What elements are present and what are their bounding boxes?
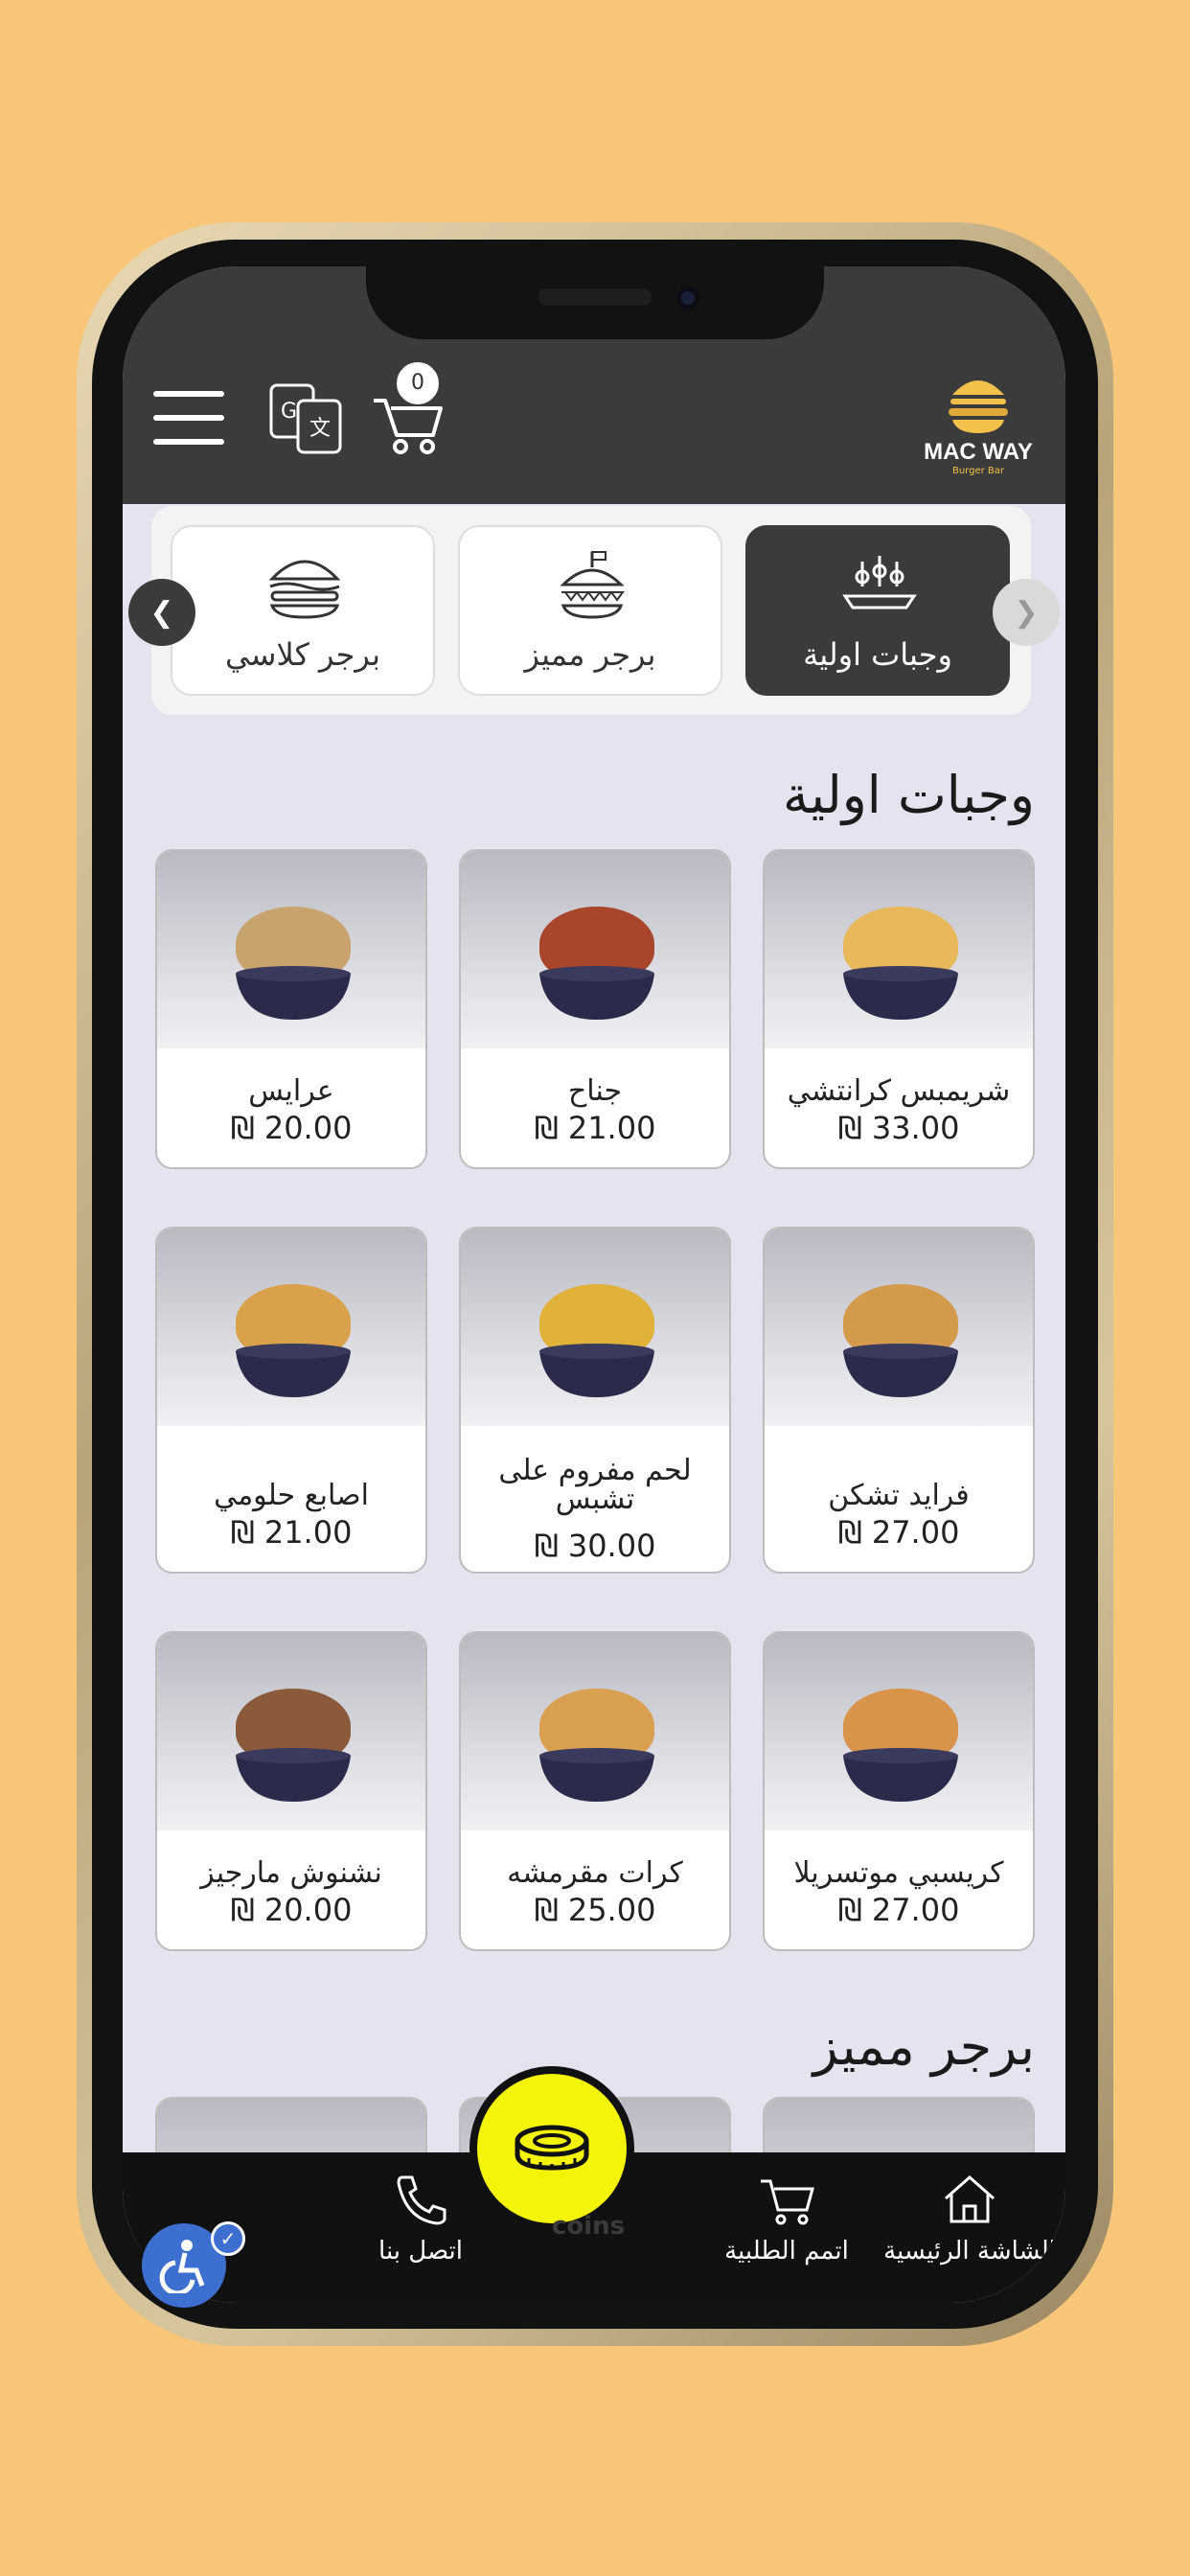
- food-photo: [461, 1229, 729, 1426]
- menu-icon[interactable]: [153, 391, 224, 445]
- menu-item-card[interactable]: لحم مفروم على تشبس ₪ 30.00: [459, 1227, 731, 1574]
- menu-item-card[interactable]: كرات مقرمشه ₪ 25.00: [459, 1631, 731, 1951]
- food-photo: [157, 1229, 425, 1426]
- item-name: جناح: [567, 1074, 623, 1108]
- nav-complete-order-label: اتمم الطلبية: [724, 2237, 849, 2266]
- category-label: برجر مميز: [524, 636, 656, 673]
- menu-item-card[interactable]: كريسبي موتسريلا ₪ 27.00: [763, 1631, 1035, 1951]
- burger-logo-icon: [949, 380, 1008, 433]
- menu-item-card[interactable]: شريمبس كرانتشي ₪ 33.00: [763, 849, 1035, 1169]
- nav-home[interactable]: الشاشة الرئيسية: [874, 2172, 1065, 2266]
- app-screen: G 文 0 MAC WAY Burger Bar برجر كلاسي برجر…: [123, 266, 1065, 2303]
- item-price: ₪ 20.00: [230, 1892, 353, 1928]
- cart-icon: [761, 2179, 814, 2225]
- item-name: نشنوش مارجيز: [200, 1856, 382, 1890]
- logo-subtitle: Burger Bar: [951, 466, 1005, 476]
- nav-home-label: الشاشة الرئيسية: [883, 2237, 1056, 2266]
- menu-item-card[interactable]: جناح ₪ 21.00: [459, 849, 731, 1169]
- menu-item-card[interactable]: فرايد تشكن ₪ 27.00: [763, 1227, 1035, 1574]
- premium-burger-icon: [560, 551, 625, 619]
- item-name: فرايد تشكن: [828, 1479, 970, 1512]
- food-photo: [157, 851, 425, 1048]
- coin-icon: [515, 2125, 589, 2171]
- item-price: ₪ 21.00: [534, 1110, 656, 1146]
- menu-item-card[interactable]: اصابع حلومي ₪ 21.00: [155, 1227, 427, 1574]
- menu-item-card[interactable]: نشنوش مارجيز ₪ 20.00: [155, 1631, 427, 1951]
- category-bar: برجر كلاسي برجر مميز وجبات اولية: [151, 506, 1031, 715]
- coins-button[interactable]: [469, 2066, 634, 2231]
- food-photo: [461, 851, 729, 1048]
- svg-text:文: 文: [309, 417, 331, 441]
- phone-icon: [397, 2175, 446, 2225]
- food-photo: [765, 1229, 1033, 1426]
- item-price: ₪ 27.00: [837, 1514, 960, 1551]
- check-icon: ✓: [211, 2221, 245, 2256]
- nav-contact-label: اتصل بنا: [378, 2237, 463, 2266]
- item-name: شريمبس كرانتشي: [787, 1074, 1011, 1108]
- category-classic-burger[interactable]: برجر كلاسي: [171, 525, 435, 696]
- item-price: ₪ 25.00: [534, 1892, 656, 1928]
- nav-contact[interactable]: اتصل بنا: [358, 2172, 483, 2266]
- section-title-premium-burger: برجر مميز: [812, 2016, 1035, 2077]
- chevron-left-icon[interactable]: ❮: [128, 579, 195, 646]
- item-price: ₪ 27.00: [837, 1892, 960, 1928]
- appetizer-platter-icon: [842, 556, 917, 610]
- item-name: كرات مقرمشه: [507, 1856, 683, 1890]
- nav-complete-order[interactable]: اتمم الطلبية: [705, 2172, 868, 2266]
- logo-title: MAC WAY: [924, 439, 1033, 465]
- food-photo: [461, 1633, 729, 1830]
- item-price: ₪ 33.00: [837, 1110, 960, 1146]
- category-label: وجبات اولية: [803, 636, 952, 673]
- item-price: ₪ 21.00: [230, 1514, 353, 1551]
- mac-way-logo[interactable]: MAC WAY Burger Bar: [916, 366, 1041, 481]
- category-premium-burger[interactable]: برجر مميز: [458, 525, 722, 696]
- category-appetizers[interactable]: وجبات اولية: [745, 525, 1010, 696]
- translate-icon[interactable]: G 文: [269, 383, 344, 456]
- svg-text:G: G: [281, 400, 297, 424]
- section-title-appetizers: وجبات اولية: [783, 765, 1035, 825]
- item-price: ₪ 30.00: [534, 1528, 656, 1564]
- menu-item-card[interactable]: عرايس ₪ 20.00: [155, 849, 427, 1169]
- item-name: اصابع حلومي: [214, 1479, 369, 1512]
- home-icon: [945, 2175, 995, 2223]
- wheelchair-icon: [159, 2240, 205, 2293]
- chevron-right-icon[interactable]: ❯: [993, 579, 1060, 646]
- phone-camera: [676, 287, 699, 310]
- item-name: كريسبي موتسريلا: [793, 1856, 1004, 1890]
- classic-burger-icon: [268, 560, 341, 619]
- coins-label: coins: [551, 2212, 626, 2241]
- cart-count-badge: 0: [395, 360, 441, 406]
- food-photo: [765, 1633, 1033, 1830]
- item-price: ₪ 20.00: [230, 1110, 353, 1146]
- item-name: لحم مفروم على تشبس: [498, 1454, 692, 1516]
- food-photo: [765, 851, 1033, 1048]
- phone-speaker: [538, 288, 652, 306]
- category-label: برجر كلاسي: [225, 636, 380, 673]
- food-photo: [157, 1633, 425, 1830]
- item-name: عرايس: [248, 1074, 334, 1108]
